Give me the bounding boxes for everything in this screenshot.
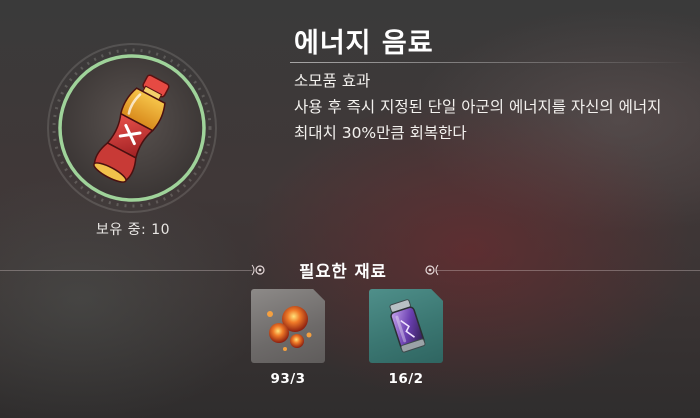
section-divider-left — [0, 270, 252, 271]
material-slot-2[interactable]: 16/2 — [369, 289, 443, 387]
material-count: 16/2 — [388, 371, 424, 387]
title-divider — [290, 62, 690, 63]
ornament-right-icon — [422, 262, 440, 278]
material-frame[interactable] — [369, 289, 443, 363]
material-count: 93/3 — [270, 371, 306, 387]
section-divider-right — [436, 270, 700, 271]
fire-orbs-icon — [267, 306, 312, 351]
owned-count-label: 보유 중: 10 — [65, 219, 201, 239]
required-materials-title: 필요한 재료 — [299, 262, 387, 281]
material-slot-1[interactable]: 93/3 — [251, 289, 325, 387]
item-title: 에너지 음료 — [294, 28, 434, 59]
owned-label: 보유 중: — [95, 222, 147, 238]
ornament-left-icon — [250, 262, 268, 278]
purple-vial-icon — [389, 299, 426, 353]
item-description: 사용 후 즉시 지정된 단일 아군의 에너지를 자신의 에너지 최대치 30%만… — [294, 98, 662, 142]
owned-value: 10 — [151, 222, 171, 238]
item-category: 소모품 효과 — [294, 72, 371, 90]
item-icon-frame — [47, 43, 217, 213]
material-frame[interactable] — [251, 289, 325, 363]
